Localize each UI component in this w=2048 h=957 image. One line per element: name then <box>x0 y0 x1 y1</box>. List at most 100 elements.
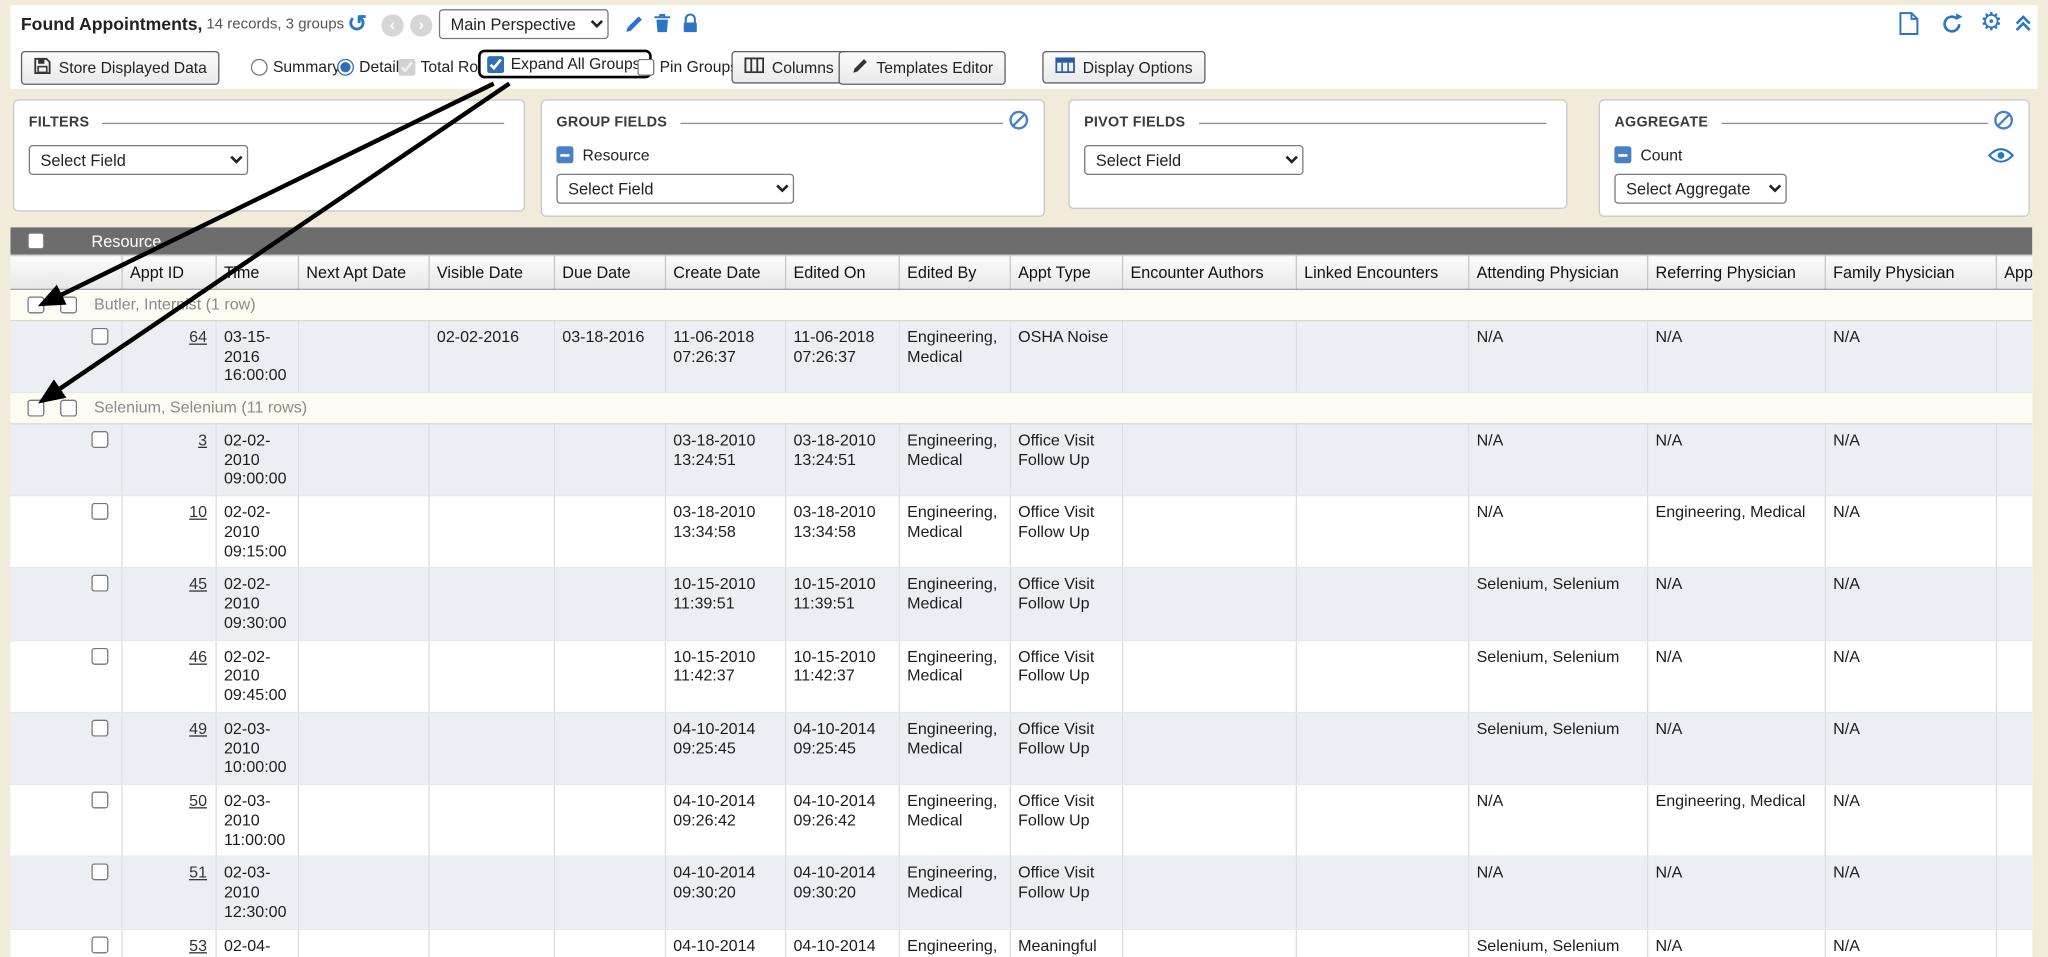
pin-groups-checkbox[interactable]: Pin Groups <box>637 57 738 75</box>
column-header-edited-by[interactable]: Edited By <box>899 255 1010 289</box>
select-all-checkbox[interactable] <box>27 232 44 249</box>
column-header-time[interactable]: Time <box>216 255 298 289</box>
detail-radio[interactable]: Detail <box>337 57 399 75</box>
forward-icon[interactable]: › <box>410 14 432 36</box>
column-header-next-apt-date[interactable]: Next Apt Date <box>298 255 429 289</box>
column-header-encounter-authors[interactable]: Encounter Authors <box>1122 255 1296 289</box>
appt-id-link[interactable]: 50 <box>189 792 207 810</box>
columns-button[interactable]: Columns <box>731 51 846 84</box>
settings-gear-icon[interactable]: ⚙ <box>1980 10 2002 35</box>
appt-id-link[interactable]: 53 <box>189 936 207 954</box>
column-header-due-date[interactable]: Due Date <box>554 255 665 289</box>
cell-create-date: 03-18-2010 13:34:58 <box>665 496 785 568</box>
group-expand-checkbox[interactable] <box>27 400 44 417</box>
clear-group-fields-icon[interactable] <box>1008 109 1029 136</box>
summary-radio-input[interactable] <box>251 58 268 75</box>
filters-field-select[interactable]: Select Field <box>29 145 248 175</box>
row-select-checkbox[interactable] <box>91 647 108 664</box>
pin-groups-checkbox-input[interactable] <box>637 58 654 75</box>
column-header-appt-id[interactable]: Appt ID <box>121 255 215 289</box>
remove-field-icon[interactable] <box>556 146 573 163</box>
cell-encounter-authors <box>1122 929 1296 957</box>
group-select-checkbox[interactable] <box>60 400 77 417</box>
row-select-checkbox[interactable] <box>91 792 108 809</box>
appt-id-link[interactable]: 3 <box>198 431 207 449</box>
cell-edited-on: 10-15-2010 11:42:37 <box>785 640 899 712</box>
column-header-create-date[interactable]: Create Date <box>665 255 785 289</box>
cell-visible-date: 02-02-2016 <box>428 320 553 392</box>
cell-appt-re <box>1996 929 2033 957</box>
row-select-checkbox[interactable] <box>91 328 108 345</box>
group-expand-checkbox[interactable] <box>27 297 44 314</box>
cell-appt-type: Office Visit Follow Up <box>1010 640 1122 712</box>
group-field-item: Resource <box>556 145 1029 165</box>
expand-all-groups-checkbox-input[interactable] <box>487 56 504 73</box>
row-select-checkbox[interactable] <box>91 575 108 592</box>
undo-icon[interactable]: ↺ <box>347 12 367 36</box>
pivot-field-select[interactable]: Select Field <box>1084 145 1303 175</box>
cell-family-physician: N/A <box>1825 424 1996 496</box>
cell-referring-physician: N/A <box>1647 712 1825 784</box>
column-header-attending-physician[interactable]: Attending Physician <box>1468 255 1647 289</box>
column-header-appt-type[interactable]: Appt Type <box>1010 255 1122 289</box>
appointment-row: 5102-03-2010 12:30:0004-10-2014 09:30:20… <box>10 856 2032 928</box>
group-field-select[interactable]: Select Field <box>556 174 794 204</box>
cell-linked-encounters <box>1296 929 1468 957</box>
row-select-checkbox[interactable] <box>91 503 108 520</box>
appt-id-link[interactable]: 10 <box>189 503 207 521</box>
cell-referring-physician: N/A <box>1647 929 1825 957</box>
summary-radio[interactable]: Summary <box>251 57 340 75</box>
collapse-panel-icon[interactable] <box>2014 14 2032 39</box>
row-select-checkbox[interactable] <box>91 431 108 448</box>
eye-icon[interactable] <box>1988 147 2014 163</box>
remove-aggregate-icon[interactable] <box>1614 146 1631 163</box>
detail-radio-input[interactable] <box>337 58 354 75</box>
row-select-checkbox[interactable] <box>91 864 108 881</box>
group-fields-title: GROUP FIELDS <box>556 115 667 131</box>
cell-encounter-authors <box>1122 320 1296 392</box>
total-row-checkbox-input <box>398 58 415 75</box>
total-row-checkbox[interactable]: Total Row <box>398 57 489 75</box>
expand-all-groups-checkbox[interactable]: Expand All Groups <box>478 50 652 79</box>
cell-family-physician: N/A <box>1825 929 1996 957</box>
column-header-linked-encounters[interactable]: Linked Encounters <box>1296 255 1468 289</box>
export-document-icon[interactable] <box>1899 12 1919 42</box>
column-header-appt-re[interactable]: Appt Re <box>1996 255 2033 289</box>
cell-appt-id: 51 <box>121 856 215 928</box>
aggregate-panel: AGGREGATE Count Select Aggregate <box>1599 99 2030 217</box>
delete-perspective-icon[interactable] <box>653 13 671 40</box>
row-select-checkbox[interactable] <box>91 936 108 953</box>
display-options-button[interactable]: Display Options <box>1042 51 1205 84</box>
perspective-select[interactable]: Main Perspective <box>439 9 609 39</box>
appt-id-link[interactable]: 51 <box>189 864 207 882</box>
appointment-row: 4902-03-2010 10:00:0004-10-2014 09:25:45… <box>10 712 2032 784</box>
lock-icon[interactable] <box>682 13 699 40</box>
edit-perspective-icon[interactable] <box>624 14 644 40</box>
group-select-checkbox[interactable] <box>60 297 77 314</box>
appt-id-link[interactable]: 45 <box>189 575 207 593</box>
cell-attending-physician: Selenium, Selenium <box>1468 568 1647 640</box>
appt-id-link[interactable]: 46 <box>189 647 207 665</box>
appt-id-link[interactable]: 64 <box>189 328 207 346</box>
appt-id-link[interactable]: 49 <box>189 719 207 737</box>
column-header-family-physician[interactable]: Family Physician <box>1825 255 1996 289</box>
clear-aggregate-icon[interactable] <box>1993 109 2014 136</box>
column-header-referring-physician[interactable]: Referring Physician <box>1647 255 1825 289</box>
aggregate-select[interactable]: Select Aggregate <box>1614 174 1786 204</box>
cell-edited-by: Engineering, Medical <box>899 640 1010 712</box>
cell-encounter-authors <box>1122 712 1296 784</box>
divider <box>102 122 504 123</box>
templates-editor-button[interactable]: Templates Editor <box>839 51 1007 85</box>
refresh-icon[interactable] <box>1941 13 1963 40</box>
cell-attending-physician: Selenium, Selenium <box>1468 929 1647 957</box>
back-icon[interactable]: ‹ <box>381 14 403 36</box>
cell-time: 02-02-2010 09:30:00 <box>216 568 298 640</box>
cell-visible-date <box>428 856 553 928</box>
cell-edited-on: 03-18-2010 13:34:58 <box>785 496 899 568</box>
cell-due-date <box>554 568 665 640</box>
store-displayed-data-button[interactable]: Store Displayed Data <box>21 51 220 85</box>
column-header-edited-on[interactable]: Edited On <box>785 255 899 289</box>
group-label: Selenium, Selenium (11 rows) <box>94 398 307 416</box>
column-header-visible-date[interactable]: Visible Date <box>428 255 553 289</box>
row-select-checkbox[interactable] <box>91 719 108 736</box>
